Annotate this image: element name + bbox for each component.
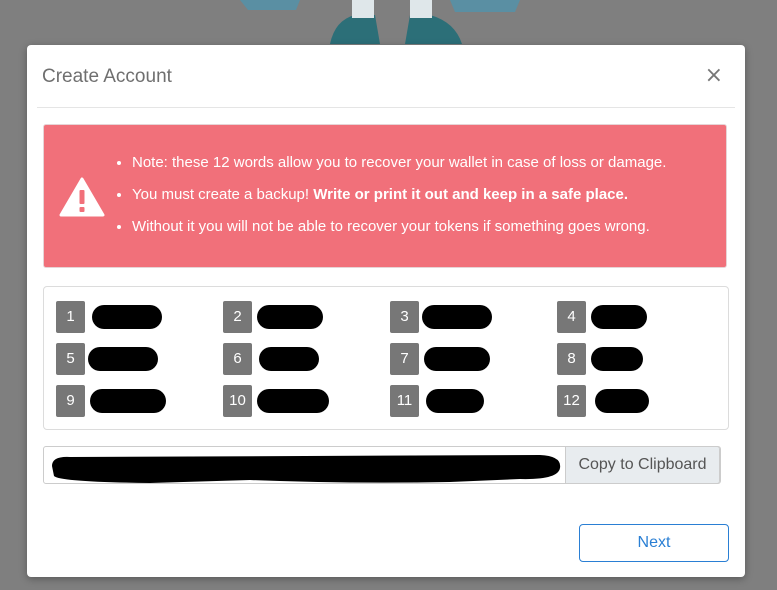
word-cell: 10 [223, 385, 383, 417]
word-number: 8 [557, 343, 586, 375]
close-icon[interactable]: × [699, 63, 729, 89]
modal-title: Create Account [42, 66, 172, 87]
redacted-mnemonic [52, 455, 561, 483]
redacted-word [257, 389, 329, 413]
word-number: 11 [390, 385, 419, 417]
word-cell: 8 [557, 343, 717, 375]
word-number: 6 [223, 343, 252, 375]
word-number: 1 [56, 301, 85, 333]
redacted-word [422, 305, 492, 329]
warning-item-3: Without it you will not be able to recov… [132, 211, 666, 243]
warning-bold-text: Write or print it out and keep in a safe… [313, 186, 629, 203]
word-number: 12 [557, 385, 586, 417]
create-account-modal: Create Account × Note: these 12 words al… [27, 45, 745, 577]
warning-icon [59, 177, 105, 217]
word-number: 4 [557, 301, 586, 333]
warning-item-1: Note: these 12 words allow you to recove… [132, 147, 666, 179]
background-illustration [240, 0, 520, 44]
word-cell: 3 [390, 301, 550, 333]
next-button[interactable]: Next [579, 524, 729, 562]
word-number: 7 [390, 343, 419, 375]
warning-list: Note: these 12 words allow you to recove… [114, 147, 666, 243]
redacted-word [257, 305, 323, 329]
mnemonic-copy-group: Copy to Clipboard [43, 446, 721, 484]
copy-to-clipboard-button[interactable]: Copy to Clipboard [565, 446, 720, 484]
redacted-word [426, 389, 484, 413]
redacted-word [90, 389, 166, 413]
word-cell: 4 [557, 301, 717, 333]
word-number: 10 [223, 385, 252, 417]
redacted-word [424, 347, 490, 371]
word-cell: 12 [557, 385, 717, 417]
word-cell: 1 [56, 301, 216, 333]
word-number: 2 [223, 301, 252, 333]
word-number: 5 [56, 343, 85, 375]
redacted-word [591, 347, 643, 371]
word-number: 9 [56, 385, 85, 417]
mnemonic-phrase-field[interactable] [44, 447, 567, 483]
redacted-word [92, 305, 162, 329]
word-cell: 6 [223, 343, 383, 375]
word-cell: 5 [56, 343, 216, 375]
word-cell: 2 [223, 301, 383, 333]
warning-item-2: You must create a backup! Write or print… [132, 179, 666, 211]
modal-header: Create Account × [37, 45, 735, 108]
word-cell: 11 [390, 385, 550, 417]
redacted-word [591, 305, 647, 329]
word-cell: 9 [56, 385, 216, 417]
redacted-word [88, 347, 158, 371]
word-cell: 7 [390, 343, 550, 375]
word-number: 3 [390, 301, 419, 333]
redacted-word [259, 347, 319, 371]
mnemonic-word-grid: 1 2 3 4 5 6 7 8 9 10 11 12 [43, 286, 729, 430]
redacted-word [595, 389, 649, 413]
backup-warning-alert: Note: these 12 words allow you to recove… [43, 124, 727, 268]
